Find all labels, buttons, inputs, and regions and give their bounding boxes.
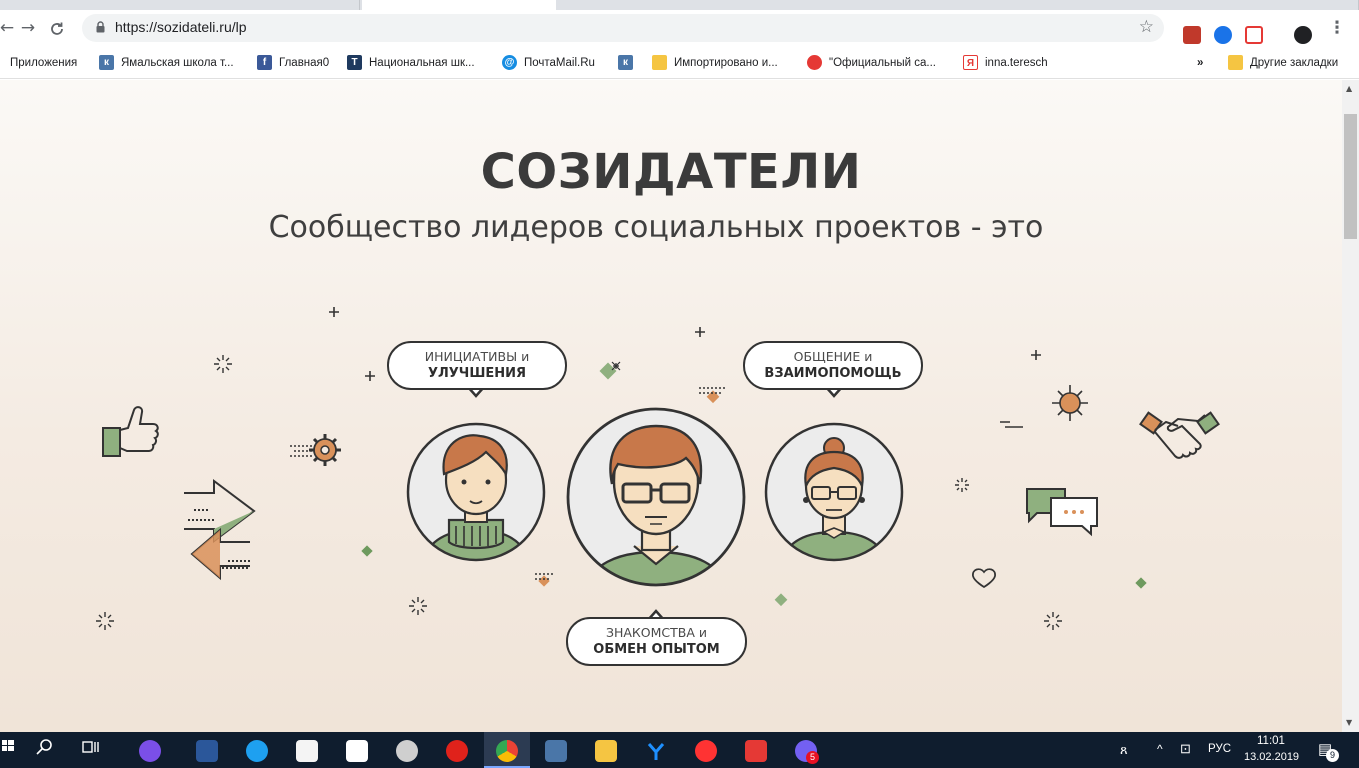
dash-decoration: [1000, 421, 1023, 428]
notifications-icon[interactable]: ▤ 9: [1318, 740, 1339, 762]
bookmark-vk[interactable]: к: [618, 54, 640, 71]
store-icon[interactable]: [296, 740, 318, 762]
chat-bubbles-icon: [1026, 488, 1098, 537]
tab-inactive[interactable]: [556, 0, 1359, 10]
yandex-browser-icon[interactable]: [695, 740, 717, 762]
notifications-badge: 9: [1326, 749, 1339, 762]
opera-icon[interactable]: [446, 740, 468, 762]
folder-icon: [1228, 55, 1243, 70]
bookmark-national-school[interactable]: T Национальная шк...: [347, 54, 475, 71]
bookmark-imported[interactable]: Импортировано и...: [652, 54, 778, 71]
mail-icon[interactable]: [346, 740, 368, 762]
vk-app-icon[interactable]: [545, 740, 567, 762]
bookmarks-overflow-button[interactable]: »: [1197, 54, 1203, 71]
viber-badge: 5: [806, 751, 819, 764]
avatar-man-with-glasses: [566, 407, 746, 587]
handshake-icon: [1139, 411, 1220, 459]
exchange-arrows-icon: [184, 479, 256, 581]
gear-icon: [309, 434, 341, 466]
folder-icon: [652, 55, 667, 70]
chevron-up-icon[interactable]: ^: [1157, 742, 1163, 756]
bookmarks-bar: Приложения к Ямальская школа т... f Главна…: [0, 46, 1359, 79]
facebook-icon: f: [257, 55, 272, 70]
task-view-icon[interactable]: [82, 738, 100, 762]
forward-icon[interactable]: →: [17, 18, 39, 40]
pdf-extension-icon[interactable]: [1183, 26, 1201, 44]
tab-active[interactable]: [362, 0, 556, 10]
bookmark-yamal-school[interactable]: к Ямальская школа т...: [99, 54, 234, 71]
mail-ru-icon: @: [502, 55, 517, 70]
bookmark-apps[interactable]: Приложения: [10, 54, 77, 71]
back-icon[interactable]: ←: [0, 18, 18, 40]
network-icon[interactable]: ⊡: [1180, 741, 1191, 757]
people-icon[interactable]: ጸ: [1120, 742, 1128, 758]
bookmark-glavnaya[interactable]: f Главная0: [257, 54, 329, 71]
avatar-young-man: [406, 422, 546, 562]
scrollbar-thumb[interactable]: [1344, 114, 1357, 239]
landing-page: СОЗИДАТЕЛИ Сообщество лидеров социальных…: [0, 80, 1342, 732]
bubble-communication: ОБЩЕНИЕ и ВЗАИМОПОМОЩЬ: [743, 341, 923, 390]
chrome-icon: [496, 740, 518, 762]
scroll-down-icon[interactable]: ▼: [1346, 718, 1352, 727]
address-bar[interactable]: https://sozidateli.ru/lp ☆: [82, 14, 1164, 42]
other-bookmarks-folder[interactable]: Другие закладки: [1228, 54, 1338, 71]
bookmark-star-icon[interactable]: ☆: [1139, 17, 1154, 37]
url-text[interactable]: https://sozidateli.ru/lp: [115, 19, 247, 35]
bookmark-inna[interactable]: Яinna.teresch: [963, 54, 1048, 71]
chrome-taskbar-active[interactable]: [484, 732, 530, 768]
bookmark-mail-ru[interactable]: @ ПочтаMail.Ru: [502, 54, 595, 71]
search-icon[interactable]: [36, 738, 54, 762]
viber-icon[interactable]: 5: [795, 740, 819, 764]
menu-dots-icon[interactable]: ⋮: [1326, 18, 1348, 40]
yandex-app-icon[interactable]: [645, 740, 667, 762]
file-explorer-icon[interactable]: [595, 740, 617, 762]
tab-strip: [0, 0, 1359, 10]
bubble-initiatives: ИНИЦИАТИВЫ и УЛУЧШЕНИЯ: [387, 341, 567, 390]
yandex-icon[interactable]: [745, 740, 767, 762]
vk-icon: к: [99, 55, 114, 70]
t-logo-icon: T: [347, 55, 362, 70]
clock-date[interactable]: 13.02.2019: [1244, 751, 1299, 763]
alice-voice-icon[interactable]: [139, 740, 161, 762]
site-icon: [807, 55, 822, 70]
lock-icon: [96, 21, 105, 33]
sun-icon: [1052, 385, 1088, 421]
edge-icon[interactable]: [246, 740, 268, 762]
windows-taskbar: 5 ጸ ^ ⊡ РУС 11:01 13.02.2019 ▤ 9: [0, 732, 1359, 768]
scroll-up-icon[interactable]: ▲: [1346, 84, 1352, 93]
page-scrollbar[interactable]: ▲ ▼: [1342, 80, 1359, 732]
clock-time[interactable]: 11:01: [1257, 735, 1285, 747]
save-extension-icon[interactable]: [1245, 26, 1263, 44]
profile-avatar-icon[interactable]: [1294, 26, 1312, 44]
media-player-icon[interactable]: [396, 740, 418, 762]
thumbs-up-icon: [102, 406, 159, 457]
start-icon[interactable]: [2, 738, 14, 760]
yandex-icon: Я: [963, 55, 978, 70]
heart-icon: [972, 568, 996, 589]
reload-icon[interactable]: [46, 18, 68, 40]
avatar-woman-with-bun: [764, 422, 904, 562]
word-icon[interactable]: [196, 740, 218, 762]
language-indicator[interactable]: РУС: [1208, 743, 1231, 755]
extension-icon[interactable]: [1214, 26, 1232, 44]
tab-inactive[interactable]: [0, 0, 360, 10]
bookmark-official-site[interactable]: "Официальный са...: [807, 54, 936, 71]
spark-icon: [611, 361, 621, 371]
vk-icon: к: [618, 55, 633, 70]
bubble-acquaintance: ЗНАКОМСТВА и ОБМЕН ОПЫТОМ: [566, 617, 747, 666]
browser-toolbar: ← → https://sozidateli.ru/lp ☆ ⋮: [0, 10, 1359, 46]
